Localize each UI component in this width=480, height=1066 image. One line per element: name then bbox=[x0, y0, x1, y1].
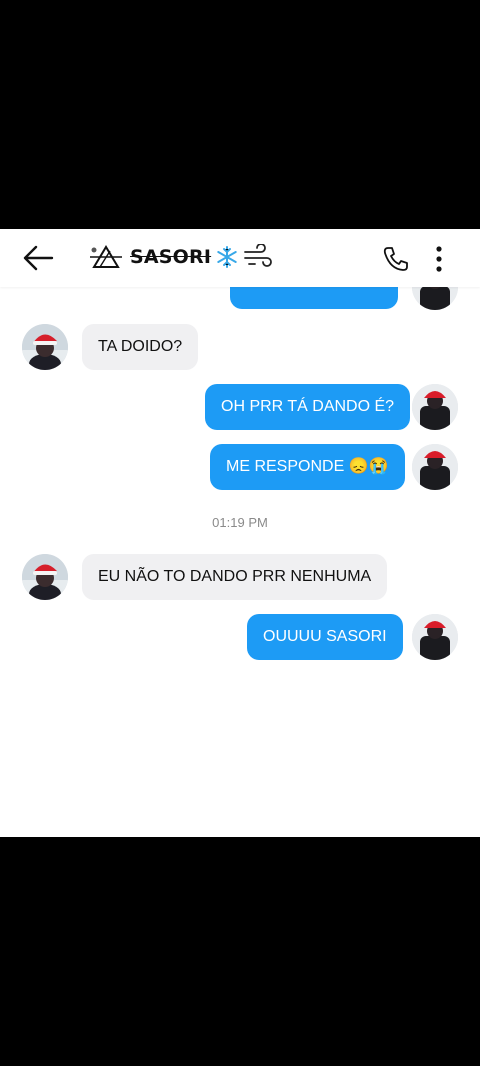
message-bubble-outgoing[interactable]: ME RESPONDE 😞😭 bbox=[210, 444, 405, 490]
call-button[interactable] bbox=[380, 245, 410, 273]
message-bubble-outgoing[interactable]: OUUUU SASORI bbox=[247, 614, 403, 660]
back-button[interactable] bbox=[18, 241, 58, 275]
more-vertical-icon bbox=[436, 246, 442, 272]
triangle-glyph-icon bbox=[90, 245, 122, 268]
contact-avatar[interactable] bbox=[22, 324, 68, 370]
more-options-button[interactable] bbox=[428, 244, 450, 274]
phone-icon bbox=[383, 247, 408, 271]
my-avatar[interactable] bbox=[412, 384, 458, 430]
message-bubble-incoming[interactable]: EU NÃO TO DANDO PRR NENHUMA bbox=[82, 554, 388, 600]
chat-screen: OUUUU SASORI,,, TA DOIDO? OH PRR TÁ DAND… bbox=[0, 229, 480, 837]
message-bubble-incoming[interactable]: TA DOIDO? bbox=[82, 324, 199, 370]
contact-avatar[interactable] bbox=[22, 554, 68, 600]
chat-header: SASORI bbox=[0, 229, 480, 287]
my-avatar[interactable] bbox=[412, 444, 458, 490]
snowflake-icon bbox=[217, 246, 237, 268]
arrow-left-icon bbox=[23, 245, 54, 271]
my-avatar[interactable] bbox=[412, 614, 458, 660]
chat-title[interactable]: SASORI bbox=[86, 239, 273, 275]
wind-icon bbox=[244, 244, 273, 267]
contact-name: SASORI bbox=[130, 246, 212, 268]
message-bubble-outgoing[interactable]: OH PRR TÁ DANDO É? bbox=[205, 384, 411, 430]
message-timestamp: 01:19 PM bbox=[212, 515, 268, 530]
